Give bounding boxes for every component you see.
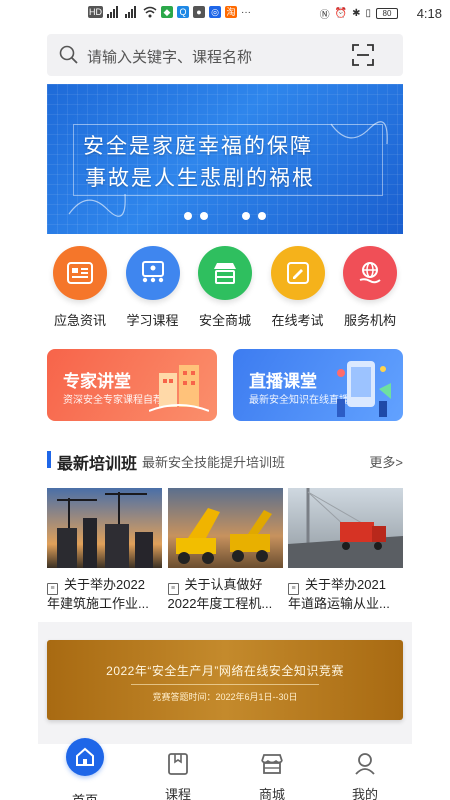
carousel-dot[interactable] xyxy=(184,212,192,220)
category-grid: 应急资讯 学习课程 安全商城 在线考试 服务机构 xyxy=(47,246,403,332)
course-caption: ≡ 关于举办2022 年建筑施工作业... xyxy=(47,576,162,613)
section-accent-bar xyxy=(47,451,51,468)
contest-banner[interactable]: 2022年“安全生产月”网络在线安全知识竞赛 竞赛答题时间：2022年6月1日-… xyxy=(47,640,403,720)
category-news[interactable]: 应急资讯 xyxy=(47,246,113,332)
banner-line-1: 安全是家庭幸福的保障 xyxy=(83,134,313,158)
training-course-list: ≡ 关于举办2022 年建筑施工作业... ≡ 关于认真做好 2022年度工程机..… xyxy=(47,488,403,618)
category-store[interactable]: 安全商城 xyxy=(192,246,258,332)
store-icon xyxy=(198,246,252,300)
tab-label: 首页 xyxy=(45,790,125,800)
contest-divider xyxy=(131,684,319,685)
app-icon: ◆ xyxy=(161,6,173,18)
profile-icon xyxy=(325,748,405,780)
card-title: 直播课堂 xyxy=(249,372,317,391)
section-title: 最新培训班 xyxy=(57,456,138,473)
home-icon xyxy=(66,738,104,776)
app-icon: ● xyxy=(193,6,205,18)
status-more: ··· xyxy=(241,6,251,18)
course-item[interactable]: ≡ 关于举办2022 年建筑施工作业... xyxy=(47,488,162,618)
course-thumbnail xyxy=(167,488,283,568)
search-input[interactable]: 请输入关键字、课程名称 xyxy=(87,46,252,67)
tab-label: 我的 xyxy=(351,787,378,800)
news-icon xyxy=(53,246,107,300)
promo-banner[interactable]: 安全是家庭幸福的保障 事故是人生悲剧的祸根 xyxy=(47,84,403,234)
course-title-line1: 关于举办2022 xyxy=(64,577,145,592)
search-icon xyxy=(59,45,78,64)
category-label: 服务机构 xyxy=(343,313,396,328)
category-service[interactable]: 服务机构 xyxy=(337,246,403,332)
course-item[interactable]: ≡ 关于举办2021 年道路运输从业... xyxy=(288,488,403,618)
category-exam[interactable]: 在线考试 xyxy=(265,246,331,332)
vibrate-icon: ▯ xyxy=(365,8,371,19)
category-label: 在线考试 xyxy=(271,313,324,328)
status-time: 4:18 xyxy=(416,6,442,21)
app-icon: Q xyxy=(177,6,189,18)
hd-icon: HD xyxy=(88,6,103,18)
status-bar: HD ◆ Q ● ◎ 淘 ··· Ⓝ ⏰ ✱ ▯ 80 4:18 xyxy=(0,0,450,28)
search-bar[interactable]: 请输入关键字、课程名称 xyxy=(47,34,403,76)
training-section-header: 最新培训班 最新安全技能提升培训班 更多> xyxy=(47,450,403,473)
banner-line-2: 事故是人生悲剧的祸根 xyxy=(85,166,315,190)
more-link[interactable]: 更多> xyxy=(369,452,403,471)
bookmark-icon xyxy=(138,748,218,780)
exam-icon xyxy=(270,246,325,300)
status-right-icons: Ⓝ ⏰ ✱ ▯ 80 xyxy=(320,6,398,21)
document-icon: ≡ xyxy=(288,583,299,595)
tab-label: 课程 xyxy=(164,787,191,800)
wifi-icon xyxy=(143,6,157,18)
document-icon: ≡ xyxy=(167,583,179,595)
course-title-line2: 年建筑施工作业... xyxy=(47,596,149,611)
contest-time: 竞赛答题时间：2022年6月1日--30日 xyxy=(152,692,298,702)
document-icon: ≡ xyxy=(47,583,58,595)
category-label: 学习课程 xyxy=(126,313,179,328)
app-icon: 淘 xyxy=(225,6,237,18)
tab-courses[interactable]: 课程 xyxy=(138,748,218,800)
app-icon: ◎ xyxy=(209,6,221,18)
scan-icon[interactable] xyxy=(351,43,375,67)
carousel-dot[interactable] xyxy=(200,212,208,220)
tab-profile[interactable]: 我的 xyxy=(325,748,405,800)
signal-icon xyxy=(107,6,118,18)
course-thumbnail xyxy=(288,488,403,568)
category-courses[interactable]: 学习课程 xyxy=(120,246,186,332)
carousel-dot[interactable] xyxy=(258,212,266,220)
tab-home[interactable]: 首页 xyxy=(45,738,125,800)
carousel-dot[interactable] xyxy=(242,212,250,220)
course-caption: ≡ 关于认真做好 2022年度工程机... xyxy=(167,576,283,613)
flourish-icon xyxy=(330,121,388,145)
building-illustration-icon xyxy=(149,365,209,412)
status-left-icons: HD ◆ Q ● ◎ 淘 ··· xyxy=(88,6,251,18)
course-caption: ≡ 关于举办2021 年道路运输从业... xyxy=(288,576,403,613)
section-subtitle: 最新安全技能提升培训班 xyxy=(142,455,286,470)
battery-icon: 80 xyxy=(376,8,398,19)
carousel-indicator[interactable] xyxy=(47,212,403,220)
bottom-navigation: 首页 课程 商城 我的 xyxy=(38,738,412,800)
course-title-line2: 年道路运输从业... xyxy=(288,596,390,611)
tab-label: 商城 xyxy=(258,787,285,800)
classroom-icon xyxy=(125,246,180,300)
live-stream-illustration-icon xyxy=(337,361,391,417)
tab-store[interactable]: 商城 xyxy=(232,748,312,800)
bluetooth-icon: ✱ xyxy=(352,8,361,19)
live-class-card[interactable]: 直播课堂 最新安全知识在线直播 xyxy=(233,349,403,421)
category-label: 安全商城 xyxy=(198,313,251,328)
alarm-icon: ⏰ xyxy=(334,8,348,19)
card-subtitle: 资深安全专家课程自荐 xyxy=(63,395,163,406)
store-icon xyxy=(232,748,312,780)
globe-hand-icon xyxy=(343,246,397,300)
contest-title: 2022年“安全生产月”网络在线安全知识竞赛 xyxy=(106,664,344,678)
course-item[interactable]: ≡ 关于认真做好 2022年度工程机... xyxy=(167,488,283,618)
nfc-icon: Ⓝ xyxy=(319,10,330,21)
expert-lecture-card[interactable]: 专家讲堂 资深安全专家课程自荐 xyxy=(47,349,217,421)
course-title-line1: 关于举办2021 xyxy=(305,577,386,592)
course-thumbnail xyxy=(47,488,162,568)
course-title-line2: 2022年度工程机... xyxy=(167,596,273,611)
signal-icon xyxy=(125,6,136,18)
course-title-line1: 关于认真做好 xyxy=(184,577,263,592)
category-label: 应急资讯 xyxy=(53,313,106,328)
card-title: 专家讲堂 xyxy=(63,372,131,391)
